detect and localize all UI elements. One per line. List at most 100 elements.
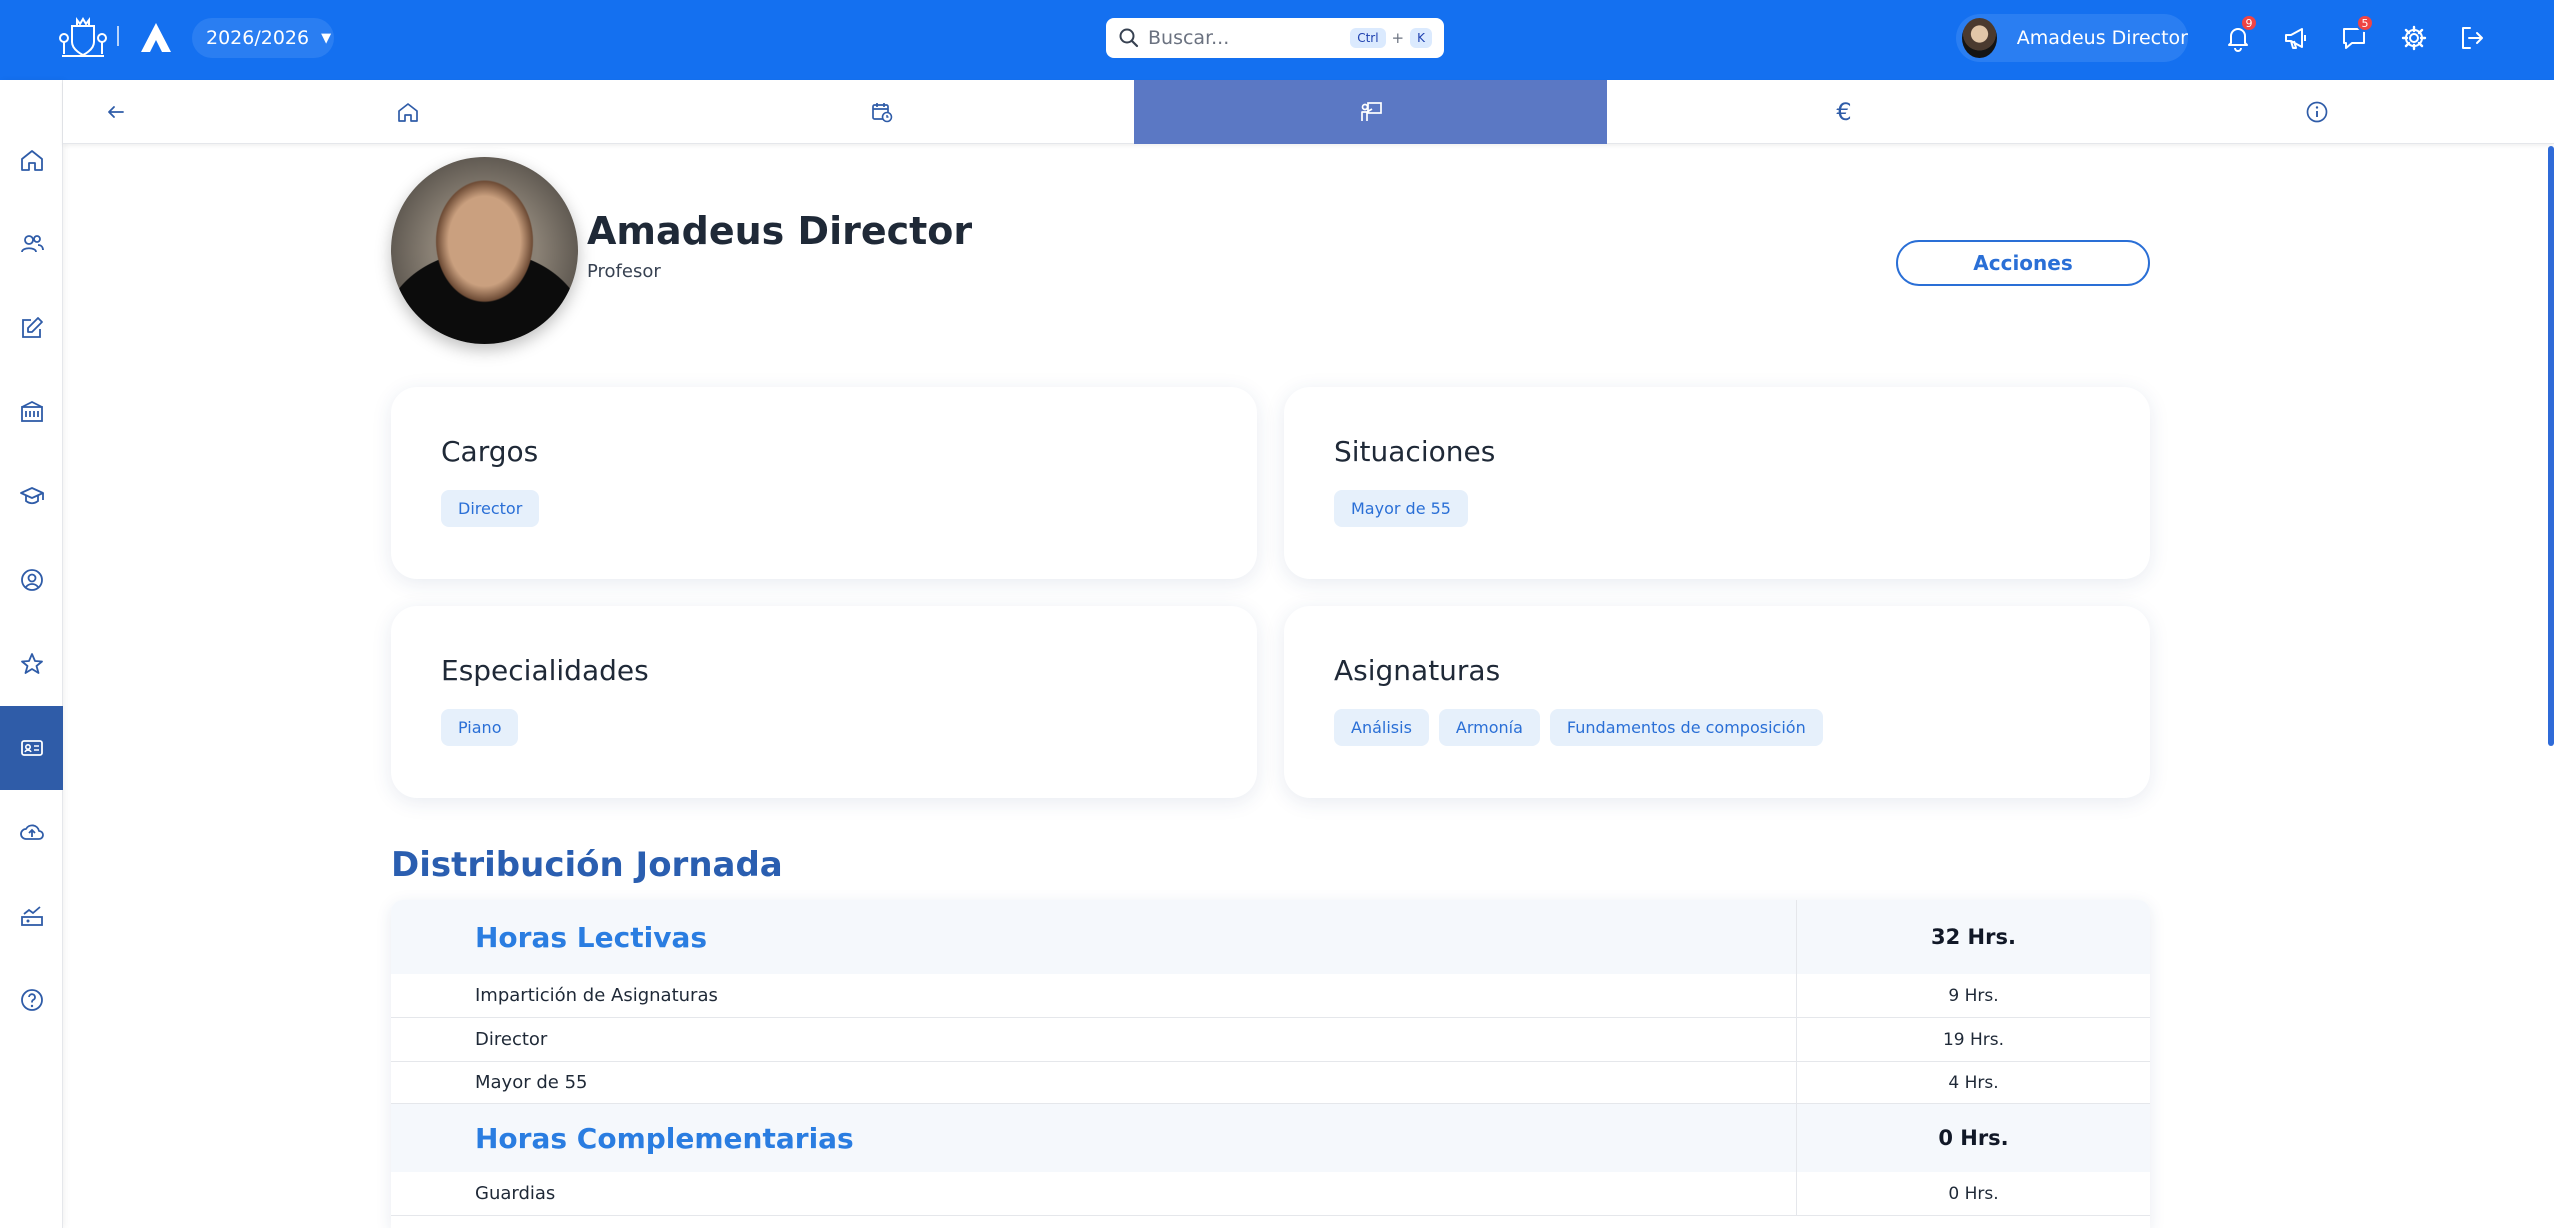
logout-icon	[2462, 27, 2483, 49]
user-menu[interactable]: Amadeus Director	[1956, 14, 2188, 62]
row-label: Director	[391, 1018, 1797, 1061]
shortcut-plus: +	[1391, 29, 1405, 47]
sidebar-item-upload[interactable]	[0, 790, 63, 874]
calendar-clock-icon	[872, 103, 893, 123]
distribution-table: Horas Lectivas 32 Hrs. Impartición de As…	[391, 900, 2150, 1228]
table-section-header: Horas Lectivas 32 Hrs.	[391, 900, 2150, 974]
table-row: Impartición de Asignaturas 9 Hrs.	[391, 974, 2150, 1018]
row-value: 0 Hrs.	[1948, 1183, 1999, 1204]
table-row: Director 19 Hrs.	[391, 1018, 2150, 1062]
school-icon	[20, 400, 43, 422]
announcements-button[interactable]	[2278, 20, 2314, 56]
asignaturas-card: Asignaturas Análisis Armonía Fundamentos…	[1284, 606, 2150, 798]
sidebar-item-school[interactable]	[0, 370, 63, 454]
profile-role: Profesor	[587, 261, 661, 282]
row-label: Impartición de Asignaturas	[391, 974, 1797, 1017]
card-title: Cargos	[441, 435, 539, 468]
tag-chip: Análisis	[1334, 709, 1429, 746]
school-year-selector[interactable]: 2026/2026 ▼	[192, 18, 334, 58]
sidebar-item-staff[interactable]	[0, 706, 63, 790]
row-value: 4 Hrs.	[1948, 1072, 1999, 1093]
settings-button[interactable]	[2396, 20, 2432, 56]
back-arrow-icon	[108, 106, 124, 118]
card-title: Especialidades	[441, 654, 649, 687]
row-value: 19 Hrs.	[1942, 1029, 2005, 1050]
table-section-header: Horas Complementarias 0 Hrs.	[391, 1104, 2150, 1172]
id-card-icon	[20, 740, 43, 756]
actions-button[interactable]: Acciones	[1896, 240, 2150, 286]
sidebar-item-profile[interactable]	[0, 538, 63, 622]
euro-icon: €	[1836, 98, 1852, 126]
situaciones-card: Situaciones Mayor de 55	[1284, 387, 2150, 579]
users-icon	[20, 235, 44, 253]
messages-button[interactable]: 5	[2336, 14, 2374, 56]
tag-chip: Piano	[441, 709, 519, 746]
section-label: Horas Complementarias	[391, 1104, 1797, 1172]
sidebar	[0, 80, 63, 1228]
shortcut-k-key: K	[1410, 28, 1432, 48]
app-logo-icon[interactable]	[138, 20, 174, 56]
shortcut-ctrl-key: Ctrl	[1350, 28, 1386, 48]
cargos-card: Cargos Director	[391, 387, 1257, 579]
tab-info[interactable]	[2282, 80, 2352, 144]
avatar	[1962, 18, 1997, 58]
section-tab-bar: €	[63, 80, 2554, 144]
row-label: Guardias	[391, 1172, 1797, 1215]
gear-icon	[2401, 25, 2427, 51]
school-year-value: 2026/2026	[206, 27, 310, 49]
sidebar-item-edit[interactable]	[0, 286, 63, 370]
info-icon	[2306, 101, 2328, 123]
section-total: 32 Hrs.	[1931, 925, 2016, 949]
profile-photo	[391, 157, 578, 344]
sidebar-item-stats[interactable]	[0, 874, 63, 958]
cloud-upload-icon	[19, 824, 44, 840]
tab-home[interactable]	[373, 80, 443, 144]
edit-icon	[21, 317, 43, 338]
tab-payments[interactable]: €	[1809, 80, 1879, 144]
section-total: 0 Hrs.	[1938, 1126, 2009, 1150]
home-icon	[20, 150, 43, 171]
home-icon	[398, 103, 418, 122]
row-value: 9 Hrs.	[1948, 985, 1999, 1006]
card-title: Situaciones	[1334, 435, 1496, 468]
search-box[interactable]: Buscar... Ctrl + K	[1106, 18, 1444, 58]
section-label: Horas Lectivas	[391, 900, 1797, 974]
star-icon	[20, 653, 43, 674]
vertical-scrollbar[interactable]	[2548, 146, 2554, 746]
notifications-button[interactable]: 9	[2220, 14, 2258, 56]
back-button[interactable]	[81, 80, 151, 144]
help-icon	[20, 989, 43, 1011]
card-title: Asignaturas	[1334, 654, 1501, 687]
especialidades-card: Especialidades Piano	[391, 606, 1257, 798]
user-name: Amadeus Director	[2016, 27, 2188, 49]
crest-logo-icon[interactable]	[58, 16, 108, 60]
chevron-down-icon: ▼	[321, 30, 332, 46]
sidebar-item-home[interactable]	[0, 118, 63, 202]
sidebar-item-help[interactable]	[0, 958, 63, 1042]
logout-button[interactable]	[2454, 20, 2490, 56]
top-bar: 2026/2026 ▼ Buscar... Ctrl + K Amadeus D…	[0, 0, 2554, 80]
megaphone-icon	[2285, 28, 2306, 49]
tag-chip: Mayor de 55	[1334, 490, 1468, 527]
row-label: Mayor de 55	[391, 1062, 1797, 1103]
search-icon	[1119, 28, 1139, 48]
sidebar-item-courses[interactable]	[0, 454, 63, 538]
tag-chip: Director	[441, 490, 540, 527]
teacher-icon	[1360, 102, 1382, 121]
sidebar-item-favorites[interactable]	[0, 622, 63, 706]
table-row: Guardias 0 Hrs.	[391, 1172, 2150, 1216]
tag-chip: Armonía	[1438, 709, 1540, 746]
search-placeholder[interactable]: Buscar...	[1148, 27, 1350, 49]
tag-chip: Fundamentos de composición	[1549, 709, 1823, 746]
tab-schedule[interactable]	[847, 80, 917, 144]
table-row: Mayor de 55 4 Hrs.	[391, 1062, 2150, 1104]
chart-icon	[20, 906, 43, 926]
distribution-title: Distribución Jornada	[391, 845, 783, 885]
sidebar-item-users[interactable]	[0, 202, 63, 286]
graduation-cap-icon	[19, 487, 44, 505]
logo-separator	[117, 26, 119, 46]
tab-teacher[interactable]	[1134, 80, 1607, 144]
messages-badge: 5	[2356, 14, 2374, 32]
notifications-badge: 9	[2240, 14, 2258, 32]
profile-name: Amadeus Director	[587, 209, 973, 253]
